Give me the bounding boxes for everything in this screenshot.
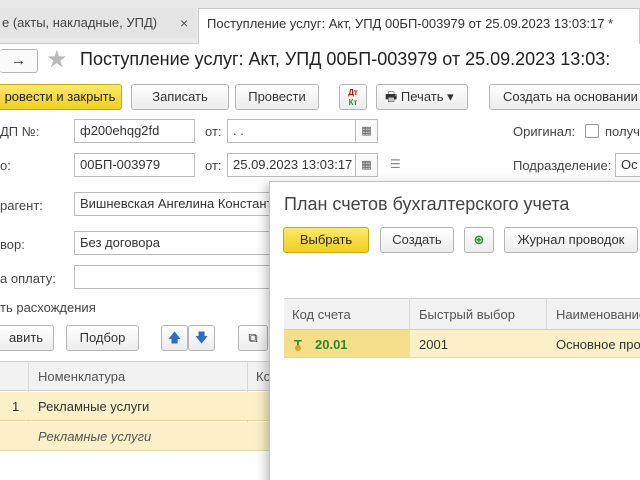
counterparty-field[interactable]: Вишневская Ангелина Констант [74,192,274,216]
tab-label: Поступление услуг: Акт, УПД 00БП-003979 … [207,16,614,31]
from-label: от: [205,158,222,173]
column-nomenclature: Номенклатура [38,369,126,384]
print-label: Печать [400,89,444,104]
calendar-icon[interactable]: ▦ [356,153,378,177]
tab-documents-list[interactable]: е (акты, накладные, УПД) × [0,8,196,38]
tab-current-document[interactable]: Поступление услуг: Акт, УПД 00БП-003979 … [198,8,640,44]
accounts-table-header: Код счета Быстрый выбор Наименование [284,298,640,330]
tab-bar: е (акты, накладные, УПД) × Поступление у… [0,0,640,44]
column-quick-select: Быстрый выбор [419,307,515,322]
printer-icon: 🖶 [385,89,398,104]
row-content: Рекламные услуги [38,429,152,444]
received-checkbox[interactable] [585,124,599,138]
date-field[interactable]: 25.09.2023 13:03:17 [227,153,356,177]
row-account-code: 20.01 [315,337,348,352]
create-button[interactable]: Создать [380,227,454,253]
table-row[interactable]: Рекламные услуги [0,422,270,451]
counterparty-label: рагент: [0,198,43,213]
row-number: 1 [12,399,20,414]
payment-field[interactable] [74,265,274,289]
chart-of-accounts-window: План счетов бухгалтерского учета Выбрать… [269,181,640,480]
pick-button[interactable]: Подбор [66,325,139,351]
items-table-header: Номенклатура Ко [0,361,271,391]
invoice-number-label: ДП №: [0,124,40,139]
forward-button[interactable]: → [0,49,38,73]
move-up-icon[interactable]: 🡅 [161,325,188,351]
row-quick-select: 2001 [419,337,448,352]
table-row[interactable]: 1 Рекламные услуги [0,392,270,421]
discrepancy-link[interactable]: ть расхождения [0,300,96,315]
move-down-icon[interactable]: 🡇 [188,325,215,351]
chevron-down-icon: ▾ [447,89,454,104]
invoice-number-field[interactable]: ф200ehqg2fd [74,119,195,143]
post-button[interactable]: Провести [235,84,319,110]
row-nomenclature: Рекламные услуги [38,399,150,414]
number-field[interactable]: 00БП-003979 [74,153,195,177]
copy-icon[interactable]: ⧉ [238,325,268,351]
row-name: Основное про [556,337,640,352]
table-row[interactable]: Т 20.01 2001 Основное про [284,330,640,358]
division-label: Подразделение: [513,158,612,173]
post-and-close-button[interactable]: ровести и закрыть [0,84,122,110]
from-label: от: [205,124,222,139]
select-button[interactable]: Выбрать [283,227,369,253]
add-button[interactable]: авить [0,325,54,351]
account-marker-icon [295,345,301,351]
column-name: Наименование [556,307,640,322]
write-button[interactable]: Записать [131,84,229,110]
tab-label: е (акты, накладные, УПД) [2,15,158,30]
invoice-date-field[interactable]: . . [227,119,356,143]
favorite-star-icon[interactable]: ★ [46,46,68,74]
arrow-right-icon: → [11,52,26,69]
contract-field[interactable]: Без договора [74,231,274,255]
print-button[interactable]: 🖶 Печать ▾ [376,84,468,110]
payment-label: а оплату: [0,271,56,286]
journal-button[interactable]: Журнал проводок [504,227,638,253]
dt-kt-icon[interactable]: Дт Кт [339,84,367,110]
kt-label: Кт [348,98,358,107]
create-based-on-button[interactable]: Создать на основании [489,84,640,110]
calendar-icon[interactable]: ▦ [356,119,378,143]
division-field[interactable]: Ос [615,153,640,177]
close-icon[interactable]: × [180,8,188,38]
received-label: получ [605,124,640,139]
add-copy-icon[interactable]: ⊕ [464,227,494,253]
page-title: Поступление услуг: Акт, УПД 00БП-003979 … [80,49,611,69]
popup-title: План счетов бухгалтерского учета [284,194,570,214]
list-lines-icon[interactable]: ☰ [390,157,401,171]
contract-label: вор: [0,237,25,252]
number-label: о: [0,158,11,173]
column-account-code: Код счета [292,307,351,322]
dt-label: Дт [348,88,358,97]
original-label: Оригинал: [513,124,576,139]
